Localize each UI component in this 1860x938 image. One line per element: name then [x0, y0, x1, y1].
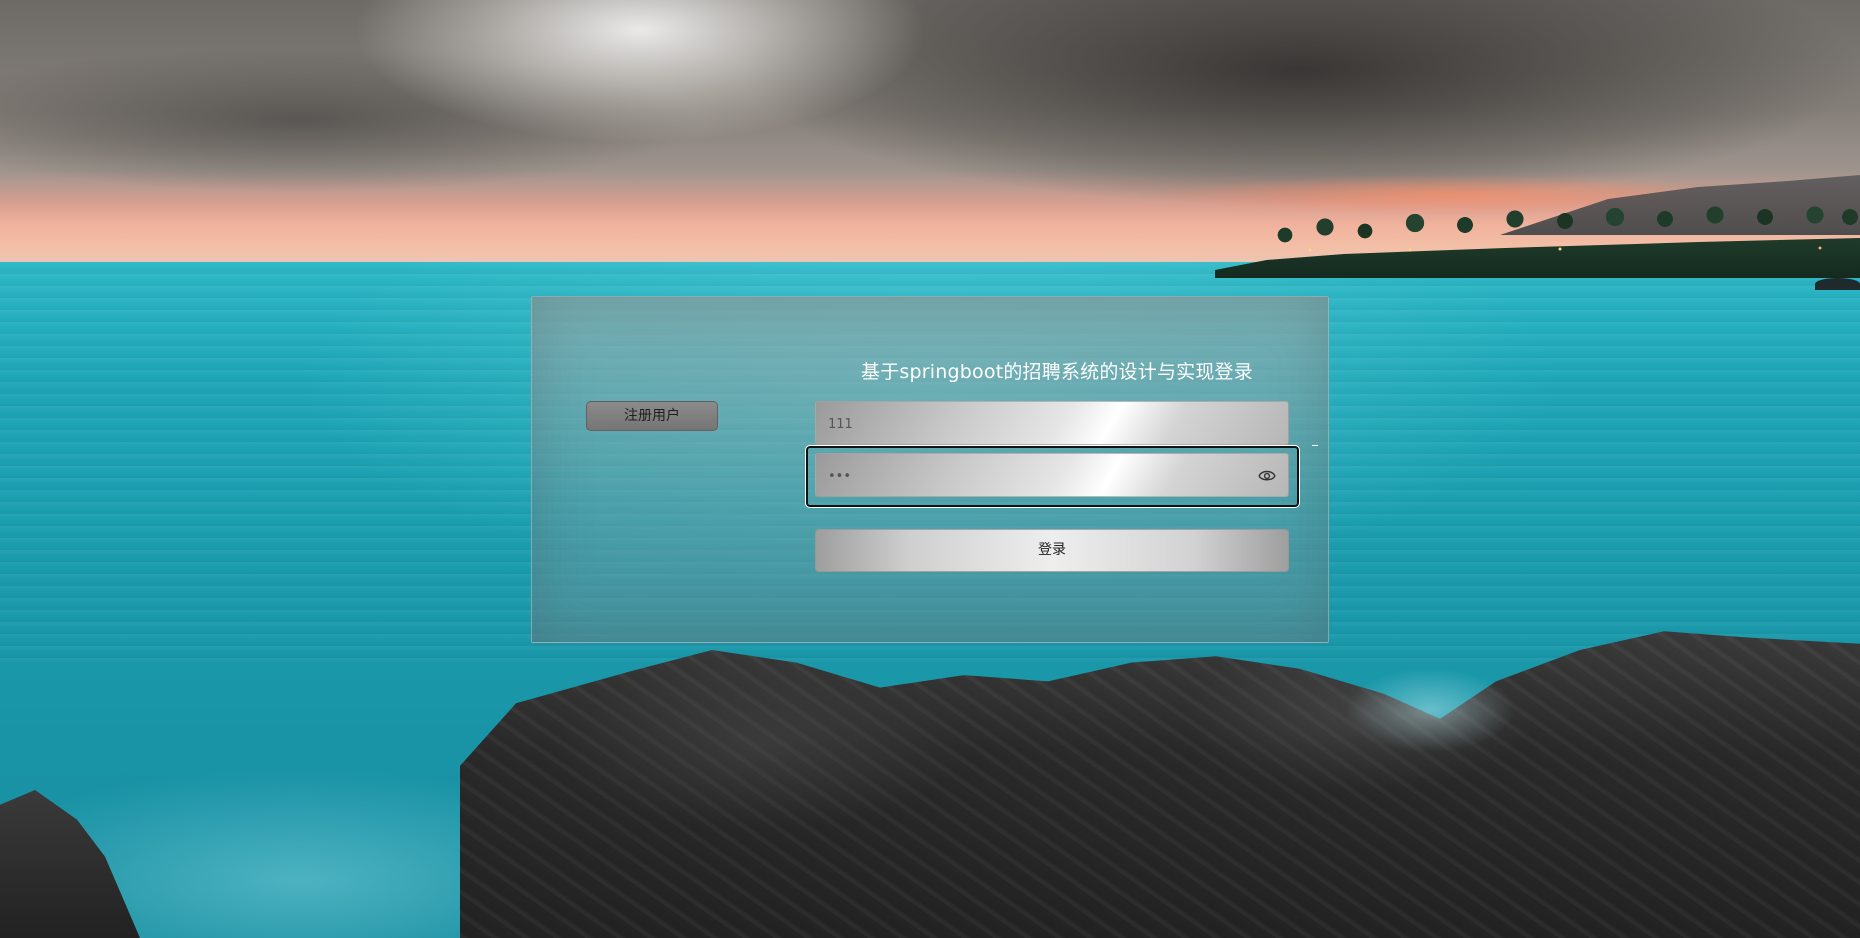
register-button[interactable]: 注册用户 [586, 401, 718, 431]
username-field[interactable] [815, 401, 1289, 446]
palm-trees [1255, 205, 1860, 265]
island-lights [1270, 245, 1850, 255]
foreground-rocks [460, 631, 1860, 938]
decorative-tick [1312, 445, 1318, 446]
password-field[interactable] [815, 453, 1289, 498]
username-input[interactable] [826, 402, 1250, 446]
login-page: 基于springboot的招聘系统的设计与实现登录 注册用户 登录 [0, 0, 1860, 938]
login-title: 基于springboot的招聘系统的设计与实现登录 [861, 361, 1253, 383]
login-button[interactable]: 登录 [815, 529, 1289, 572]
login-panel: 基于springboot的招聘系统的设计与实现登录 注册用户 登录 [531, 296, 1329, 643]
eye-icon[interactable] [1258, 467, 1276, 483]
password-input[interactable] [826, 454, 1250, 498]
small-rock [1815, 278, 1860, 290]
sea-spray [1300, 640, 1560, 780]
